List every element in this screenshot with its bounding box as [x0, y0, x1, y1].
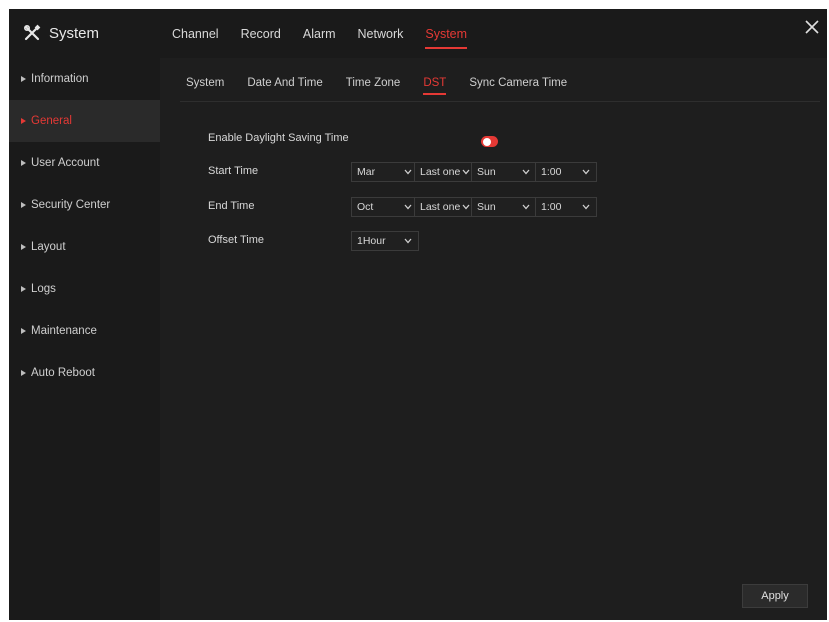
top-bar: System Channel Record Alarm Network Syst… [9, 9, 827, 58]
end-week-select[interactable]: Last one [414, 197, 477, 217]
nav-alarm[interactable]: Alarm [303, 9, 336, 58]
triangle-right-icon [21, 118, 26, 124]
chevron-down-icon [404, 238, 412, 244]
tools-icon [23, 24, 41, 41]
sidebar-item-label: Auto Reboot [31, 367, 95, 379]
chevron-down-icon [462, 204, 470, 210]
start-month-value: Mar [357, 166, 376, 178]
chevron-down-icon [582, 169, 590, 175]
end-day-value: Sun [477, 201, 496, 213]
content-panel: System Date And Time Time Zone DST Sync … [160, 58, 827, 620]
triangle-right-icon [21, 202, 26, 208]
start-day-select[interactable]: Sun [471, 162, 537, 182]
offset-time-label: Offset Time [208, 234, 265, 246]
chevron-down-icon [404, 204, 412, 210]
end-week-value: Last one [420, 201, 461, 213]
triangle-right-icon [21, 76, 26, 82]
start-time-label: Start Time [208, 165, 259, 177]
sidebar-item-label: Information [31, 73, 89, 85]
chevron-down-icon [522, 204, 530, 210]
end-month-value: Oct [357, 201, 374, 213]
close-icon[interactable] [803, 18, 821, 36]
triangle-right-icon [21, 370, 26, 376]
apply-button[interactable]: Apply [742, 584, 808, 608]
end-hour-select[interactable]: 1:00 [535, 197, 597, 217]
app-brand: System [23, 21, 99, 45]
end-hour-value: 1:00 [541, 201, 562, 213]
sub-tabs: System Date And Time Time Zone DST Sync … [186, 68, 590, 98]
tab-time-zone[interactable]: Time Zone [346, 68, 401, 98]
triangle-right-icon [21, 160, 26, 166]
sidebar-item-label: Layout [31, 241, 66, 253]
nav-network[interactable]: Network [358, 9, 404, 58]
start-day-value: Sun [477, 166, 496, 178]
end-time-label: End Time [208, 200, 255, 212]
tab-divider [180, 101, 820, 102]
sidebar-item-security-center[interactable]: Security Center [9, 184, 160, 226]
sidebar-item-auto-reboot[interactable]: Auto Reboot [9, 352, 160, 394]
sidebar-item-general[interactable]: General [9, 100, 160, 142]
start-week-select[interactable]: Last one [414, 162, 477, 182]
top-nav: Channel Record Alarm Network System [172, 9, 489, 58]
sidebar: Information General User Account Securit… [9, 58, 160, 620]
sidebar-item-label: Logs [31, 283, 56, 295]
start-month-select[interactable]: Mar [351, 162, 419, 182]
start-week-value: Last one [420, 166, 461, 178]
enable-dst-toggle[interactable] [481, 136, 498, 147]
tab-date-and-time[interactable]: Date And Time [247, 68, 322, 98]
offset-time-value: 1Hour [357, 235, 386, 247]
offset-time-select[interactable]: 1Hour [351, 231, 419, 251]
nav-system[interactable]: System [425, 9, 467, 58]
tab-dst[interactable]: DST [423, 68, 447, 98]
start-hour-value: 1:00 [541, 166, 562, 178]
sidebar-item-label: Security Center [31, 199, 111, 211]
triangle-right-icon [21, 328, 26, 334]
sidebar-item-maintenance[interactable]: Maintenance [9, 310, 160, 352]
app-window: System Channel Record Alarm Network Syst… [9, 9, 827, 620]
tab-system[interactable]: System [186, 68, 224, 98]
sidebar-item-label: User Account [31, 157, 100, 169]
chevron-down-icon [582, 204, 590, 210]
sidebar-item-label: General [31, 115, 72, 127]
app-title: System [49, 24, 100, 42]
triangle-right-icon [21, 244, 26, 250]
sidebar-item-logs[interactable]: Logs [9, 268, 160, 310]
end-day-select[interactable]: Sun [471, 197, 537, 217]
sidebar-item-label: Maintenance [31, 325, 97, 337]
sidebar-item-information[interactable]: Information [9, 58, 160, 100]
enable-dst-label: Enable Daylight Saving Time [208, 132, 349, 144]
chevron-down-icon [522, 169, 530, 175]
tab-sync-camera-time[interactable]: Sync Camera Time [469, 68, 567, 98]
sidebar-item-layout[interactable]: Layout [9, 226, 160, 268]
chevron-down-icon [404, 169, 412, 175]
nav-channel[interactable]: Channel [172, 9, 219, 58]
chevron-down-icon [462, 169, 470, 175]
sidebar-item-user-account[interactable]: User Account [9, 142, 160, 184]
nav-record[interactable]: Record [241, 9, 281, 58]
end-month-select[interactable]: Oct [351, 197, 419, 217]
triangle-right-icon [21, 286, 26, 292]
start-hour-select[interactable]: 1:00 [535, 162, 597, 182]
toggle-knob [483, 137, 491, 146]
